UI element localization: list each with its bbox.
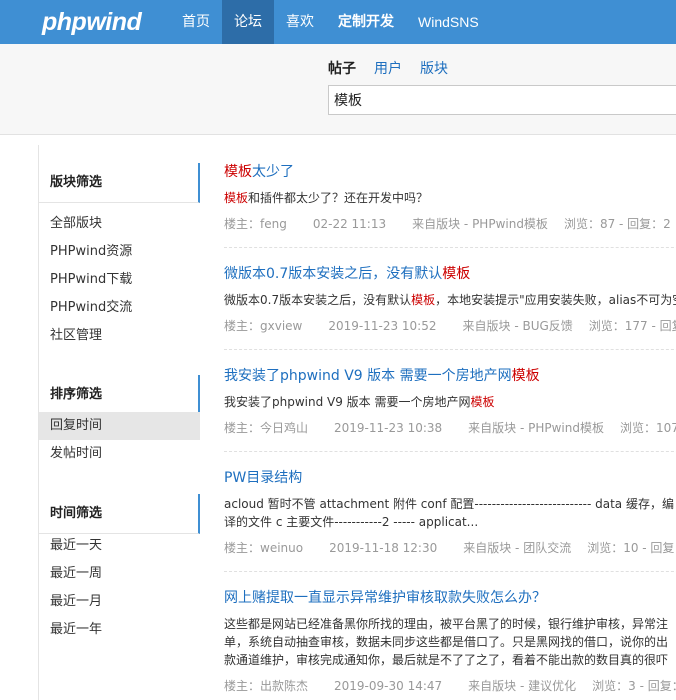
post-summary: 微版本0.7版本安装之后，没有默认模板，本地安装提示"应用安装失败，alias不… [224,291,676,309]
title-text: 网上赌提取一直显示异常维护审核取款失败怎么办？ [224,590,546,606]
post-time: 2019-11-23 10:38 [334,421,443,435]
board-filter-community-admin[interactable]: 社区管理 [39,322,200,350]
sort-filter-post-time[interactable]: 发帖时间 [39,440,200,468]
sort-filter-title: 排序筛选 [39,375,200,415]
summary-highlight: 模板 [411,293,436,307]
result-post: 网上赌提取一直显示异常维护审核取款失败怎么办？ 这些都是网站已经准备黑你所找的理… [224,587,676,700]
tab-users[interactable]: 用户 [374,59,402,79]
post-author[interactable]: 楼主：gxview [224,319,302,333]
post-stats: 浏览：177 - 回复：3 [588,319,676,333]
nav-custom-dev[interactable]: 定制开发 [326,0,406,44]
post-time: 02-22 11:13 [312,217,387,231]
board-filter-exchange[interactable]: PHPwind交流 [39,294,200,322]
post-summary: 模板和插件都太少了？还在开发中吗？ [224,189,676,207]
time-filter-week[interactable]: 最近一周 [39,560,200,588]
summary-text: 这些都是网站已经准备黑你所找的理由，被平台黑了的时候，银行维护审核，异常注单，系… [224,617,669,667]
time-filter-year[interactable]: 最近一年 [39,616,200,644]
title-text: 微版本0.7版本安装之后，没有默认 [224,266,443,282]
post-stats: 浏览：3 - 回复：0 [592,679,676,693]
result-post: PW目录结构 acloud 暂时不管 attachment 附件 conf 配置… [224,467,676,572]
summary-highlight: 模板 [470,395,495,409]
board-filter-resources[interactable]: PHPwind资源 [39,238,200,266]
post-title-link[interactable]: 网上赌提取一直显示异常维护审核取款失败怎么办？ [224,587,676,609]
title-text: 太少了 [252,164,294,180]
title-text: 我安装了phpwind V9 版本 需要一个房地产网 [224,368,512,384]
board-filter-all[interactable]: 全部版块 [39,210,200,238]
post-summary: 我安装了phpwind V9 版本 需要一个房地产网模板 [224,393,676,411]
search-input[interactable] [328,85,676,115]
post-board[interactable]: 来自版块 - BUG反馈 [463,319,573,333]
post-board[interactable]: 来自版块 - PHPwind模板 [412,217,548,231]
summary-text: 我安装了phpwind V9 版本 需要一个房地产网 [224,395,471,409]
summary-text: acloud 暂时不管 attachment 附件 conf 配置-------… [224,497,674,529]
post-meta: 楼主：出款陈杰 2019-09-30 14:47 来自版块 - 建议优化 浏览：3 -… [224,677,676,695]
sort-filter-reply-time[interactable]: 回复时间 [39,412,200,440]
title-highlight: 模板 [442,266,471,282]
result-post: 模板太少了 模板和插件都太少了？还在开发中吗？ 楼主：feng 02-22 11:… [224,161,676,248]
nav-home[interactable]: 首页 [170,0,222,44]
post-board[interactable]: 来自版块 - 团队交流 [463,541,571,555]
post-title-link[interactable]: 微版本0.7版本安装之后，没有默认模板 [224,263,676,285]
post-summary: acloud 暂时不管 attachment 附件 conf 配置-------… [224,495,676,531]
post-stats: 浏览：1073 - 回复 [619,421,676,435]
post-author[interactable]: 楼主：出款陈杰 [224,679,308,693]
post-time: 2019-11-23 10:52 [328,319,437,333]
post-author[interactable]: 楼主：feng [224,217,287,231]
post-author[interactable]: 楼主：今日鸡山 [224,421,308,435]
post-meta: 楼主：feng 02-22 11:13 来自版块 - PHPwind模板 浏览：87 … [224,215,676,233]
summary-text: ，本地安装提示"应用安装失败，alias不可为空 [435,293,676,307]
post-title-link[interactable]: 模板太少了 [224,161,676,183]
post-meta: 楼主：weinuo 2019-11-18 12:30 来自版块 - 团队交流 浏览：1… [224,539,676,557]
board-filter-title: 版块筛选 [39,163,200,203]
search-results: 模板太少了 模板和插件都太少了？还在开发中吗？ 楼主：feng 02-22 11:… [224,145,676,700]
summary-text: 微版本0.7版本安装之后，没有默认 [224,293,412,307]
tab-posts[interactable]: 帖子 [328,59,356,79]
post-meta: 楼主：今日鸡山 2019-11-23 10:38 来自版块 - PHPwind模板 浏… [224,419,676,437]
nav-likes[interactable]: 喜欢 [274,0,326,44]
result-post: 微版本0.7版本安装之后，没有默认模板 微版本0.7版本安装之后，没有默认模板，… [224,263,676,350]
time-filter-title: 时间筛选 [39,494,200,534]
main-nav: 首页 论坛 喜欢 定制开发 WindSNS [170,0,491,44]
post-time: 2019-11-18 12:30 [329,541,438,555]
post-board[interactable]: 来自版块 - PHPwind模板 [468,421,604,435]
title-highlight: 模板 [224,164,252,180]
post-title-link[interactable]: 我安装了phpwind V9 版本 需要一个房地产网模板 [224,365,676,387]
tab-boards[interactable]: 版块 [420,59,448,79]
title-highlight: 模板 [511,368,540,384]
nav-forum[interactable]: 论坛 [222,0,274,44]
post-stats: 浏览：87 - 回复：2 [563,217,671,231]
title-text: PW目录结构 [224,470,303,486]
filter-sidebar: 版块筛选 全部版块 PHPwind资源 PHPwind下载 PHPwind交流 … [38,145,200,700]
post-summary: 这些都是网站已经准备黑你所找的理由，被平台黑了的时候，银行维护审核，异常注单，系… [224,615,676,669]
search-type-tabs: 帖子 用户 版块 [328,59,466,79]
post-title-link[interactable]: PW目录结构 [224,467,676,489]
phpwind-logo[interactable]: phpwind [42,6,142,38]
time-filter-month[interactable]: 最近一月 [39,588,200,616]
post-stats: 浏览：10 - 回复：0 [587,541,676,555]
board-filter-download[interactable]: PHPwind下载 [39,266,200,294]
top-navbar: phpwind 首页 论坛 喜欢 定制开发 WindSNS [0,0,676,44]
post-meta: 楼主：gxview 2019-11-23 10:52 来自版块 - BUG反馈 浏览：… [224,317,676,335]
time-filter-day[interactable]: 最近一天 [39,532,200,560]
post-author[interactable]: 楼主：weinuo [224,541,303,555]
nav-windsns[interactable]: WindSNS [406,0,491,44]
search-header: 帖子 用户 版块 [0,44,676,135]
post-board[interactable]: 来自版块 - 建议优化 [468,679,576,693]
summary-text: 和插件都太少了？还在开发中吗？ [248,191,429,205]
post-time: 2019-09-30 14:47 [334,679,443,693]
summary-highlight: 模板 [224,191,249,205]
result-post: 我安装了phpwind V9 版本 需要一个房地产网模板 我安装了phpwind… [224,365,676,452]
